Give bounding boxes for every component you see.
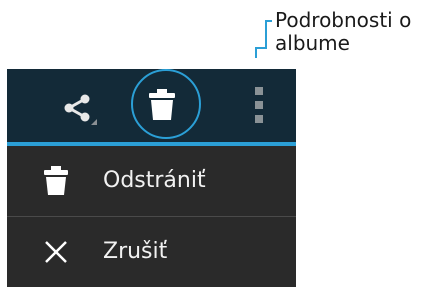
- menu-item-label: Zrušiť: [103, 239, 168, 264]
- delete-icon[interactable]: [148, 89, 176, 121]
- menu-item-label: Odstrániť: [103, 168, 206, 193]
- callout-label: Podrobnosti o albume: [275, 9, 425, 55]
- context-menu: Odstrániť Zrušiť: [7, 146, 296, 287]
- menu-item-delete[interactable]: Odstrániť: [7, 146, 296, 216]
- callout-line-1: Podrobnosti o: [275, 8, 412, 32]
- menu-item-cancel[interactable]: Zrušiť: [7, 217, 296, 287]
- share-icon[interactable]: [63, 91, 97, 125]
- overflow-menu-icon[interactable]: [254, 85, 266, 125]
- callout-line-2: albume: [275, 31, 350, 55]
- close-icon: [45, 241, 67, 263]
- trash-icon: [44, 166, 68, 195]
- action-bar: [7, 69, 296, 142]
